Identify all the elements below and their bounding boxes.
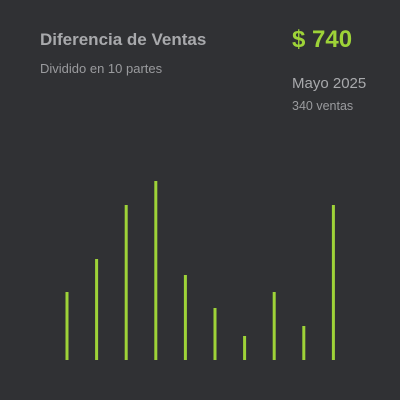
bar-2 [95, 259, 99, 360]
bar-8 [272, 292, 276, 360]
bar-9 [302, 326, 306, 360]
bar-6 [213, 308, 217, 360]
bar-chart [65, 181, 335, 360]
bar-1 [65, 292, 69, 360]
bar-7 [243, 336, 247, 360]
bar-5 [183, 275, 187, 360]
bar-4 [154, 181, 158, 360]
sales-difference-card: Diferencia de Ventas Dividido en 10 part… [0, 0, 400, 400]
bar-3 [124, 205, 128, 360]
bar-10 [331, 205, 335, 360]
